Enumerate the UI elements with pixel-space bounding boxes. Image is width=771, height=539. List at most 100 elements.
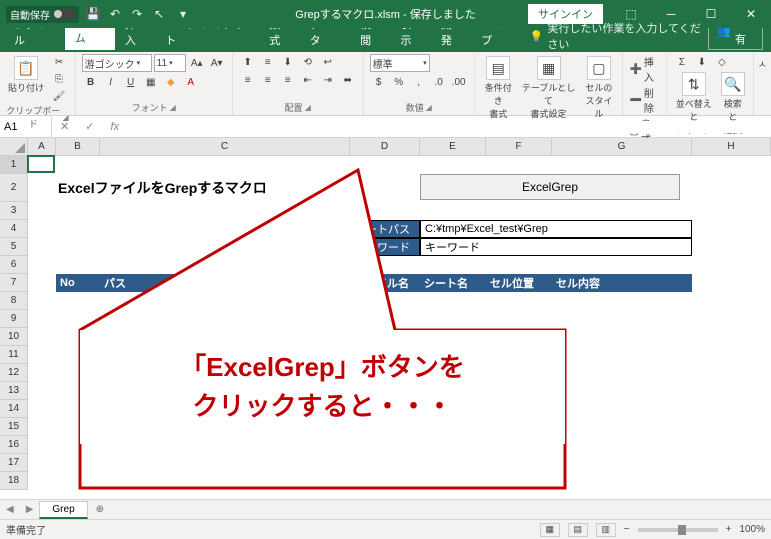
align-center-icon[interactable]: ≡ [259,72,277,88]
sheet-nav-next-icon[interactable]: ▶ [20,504,40,515]
tell-me[interactable]: 💡 実行したい作業を入力してください [530,20,709,52]
param-value-keyword[interactable]: キーワード [420,238,692,256]
zoom-in-icon[interactable]: + [726,524,732,535]
row-header[interactable]: 10 [0,328,28,346]
row-header[interactable]: 17 [0,454,28,472]
fx-icon[interactable]: fx [102,121,127,133]
qat-dropdown-icon[interactable]: ▾ [175,6,191,22]
italic-icon[interactable]: I [102,74,120,90]
cell-styles-button[interactable]: ▢セルの スタイル [581,54,616,122]
save-icon[interactable]: 💾 [85,6,101,22]
row-header[interactable]: 18 [0,472,28,490]
comma-icon[interactable]: , [410,74,428,90]
collapse-ribbon-icon[interactable]: ㅅ [754,52,771,115]
currency-icon[interactable]: $ [370,74,388,90]
indent-dec-icon[interactable]: ⇤ [299,72,317,88]
dialog-launcher-icon[interactable]: ◢ [305,103,311,112]
underline-icon[interactable]: U [122,74,140,90]
page-break-icon[interactable]: ▥ [596,523,616,537]
col-header[interactable]: H [692,138,771,156]
cursor-icon[interactable]: ↖ [151,6,167,22]
fill-color-icon[interactable]: ◆ [162,74,180,90]
orientation-icon[interactable]: ⟲ [299,54,317,70]
row-header[interactable]: 7 [0,274,28,292]
conditional-format-button[interactable]: ▤条件付き 書式 [481,54,516,122]
row-header[interactable]: 12 [0,364,28,382]
param-value-rootpath[interactable]: C:¥tmp¥Excel_test¥Grep [420,220,692,238]
row-header[interactable]: 6 [0,256,28,274]
delete-cells-button[interactable]: ➖削除 [629,85,659,115]
sheet-nav-prev-icon[interactable]: ◀ [0,504,20,515]
excelgrep-button[interactable]: ExcelGrep [420,174,680,200]
autosum-icon[interactable]: Σ [673,54,691,70]
format-as-table-button[interactable]: ▦テーブルとして 書式設定 [520,54,578,122]
clear-icon[interactable]: ◇ [713,54,731,70]
cut-icon[interactable]: ✂ [50,54,68,70]
sheet-tab-grep[interactable]: Grep [39,501,87,519]
row-header[interactable]: 9 [0,310,28,328]
indent-inc-icon[interactable]: ⇥ [319,72,337,88]
row-header[interactable]: 14 [0,400,28,418]
wrap-text-icon[interactable]: ↩ [319,54,337,70]
font-color-icon[interactable]: A [182,74,200,90]
format-painter-icon[interactable]: 🖌 [50,88,68,104]
copy-icon[interactable]: ⎘ [50,71,68,87]
shrink-font-icon[interactable]: A▾ [208,55,226,71]
grow-font-icon[interactable]: A▴ [188,55,206,71]
dialog-launcher-icon[interactable]: ◢ [170,103,176,112]
row-header[interactable]: 4 [0,220,28,238]
row-header[interactable]: 16 [0,436,28,454]
col-header[interactable]: C [100,138,350,156]
autosave-toggle[interactable]: 自動保存 [6,6,79,23]
ribbon: 📋 貼り付け ✂ ⎘ 🖌 クリップボード◢ 游ゴシック▾ 11▾ A▴ A▾ B… [0,52,771,116]
fill-icon[interactable]: ⬇ [693,54,711,70]
align-right-icon[interactable]: ≡ [279,72,297,88]
percent-icon[interactable]: % [390,74,408,90]
select-all-button[interactable] [0,138,28,156]
active-cell[interactable] [27,155,55,173]
row-header[interactable]: 15 [0,418,28,436]
add-sheet-icon[interactable]: ⊕ [88,504,112,515]
col-header[interactable]: G [552,138,692,156]
col-header[interactable]: B [56,138,100,156]
redo-icon[interactable]: ↷ [129,6,145,22]
row-header[interactable]: 2 [0,174,28,202]
normal-view-icon[interactable]: ▦ [540,523,560,537]
row-header[interactable]: 11 [0,346,28,364]
paste-button[interactable]: 📋 貼り付け [6,54,46,96]
undo-icon[interactable]: ↶ [107,6,123,22]
number-format-select[interactable]: 標準▾ [370,54,430,72]
row-header[interactable]: 13 [0,382,28,400]
row-header[interactable]: 1 [0,156,28,174]
close-icon[interactable]: ✕ [731,0,771,28]
align-left-icon[interactable]: ≡ [239,72,257,88]
font-label: フォント [132,101,168,114]
zoom-value[interactable]: 100% [739,524,765,535]
row-header[interactable]: 8 [0,292,28,310]
inc-decimal-icon[interactable]: .0 [430,74,448,90]
cancel-icon[interactable]: ✕ [52,120,77,133]
zoom-slider[interactable] [638,528,718,532]
font-size-select[interactable]: 11▾ [154,54,186,72]
col-header[interactable]: E [420,138,486,156]
page-layout-icon[interactable]: ▤ [568,523,588,537]
zoom-out-icon[interactable]: − [624,524,630,535]
row-header[interactable]: 3 [0,202,28,220]
enter-icon[interactable]: ✓ [77,120,102,133]
border-icon[interactable]: ▦ [142,74,160,90]
align-bottom-icon[interactable]: ⬇ [279,54,297,70]
name-box[interactable]: A1 [0,116,52,137]
align-top-icon[interactable]: ⬆ [239,54,257,70]
bold-icon[interactable]: B [82,74,100,90]
col-header[interactable]: A [28,138,56,156]
merge-icon[interactable]: ⬌ [339,72,357,88]
col-header[interactable]: F [486,138,552,156]
formula-input[interactable] [127,121,771,133]
insert-cells-button[interactable]: ➕挿入 [629,54,659,84]
align-middle-icon[interactable]: ≡ [259,54,277,70]
dec-decimal-icon[interactable]: .00 [450,74,468,90]
row-header[interactable]: 5 [0,238,28,256]
font-name-select[interactable]: 游ゴシック▾ [82,54,152,72]
col-header[interactable]: D [350,138,420,156]
dialog-launcher-icon[interactable]: ◢ [426,103,432,112]
